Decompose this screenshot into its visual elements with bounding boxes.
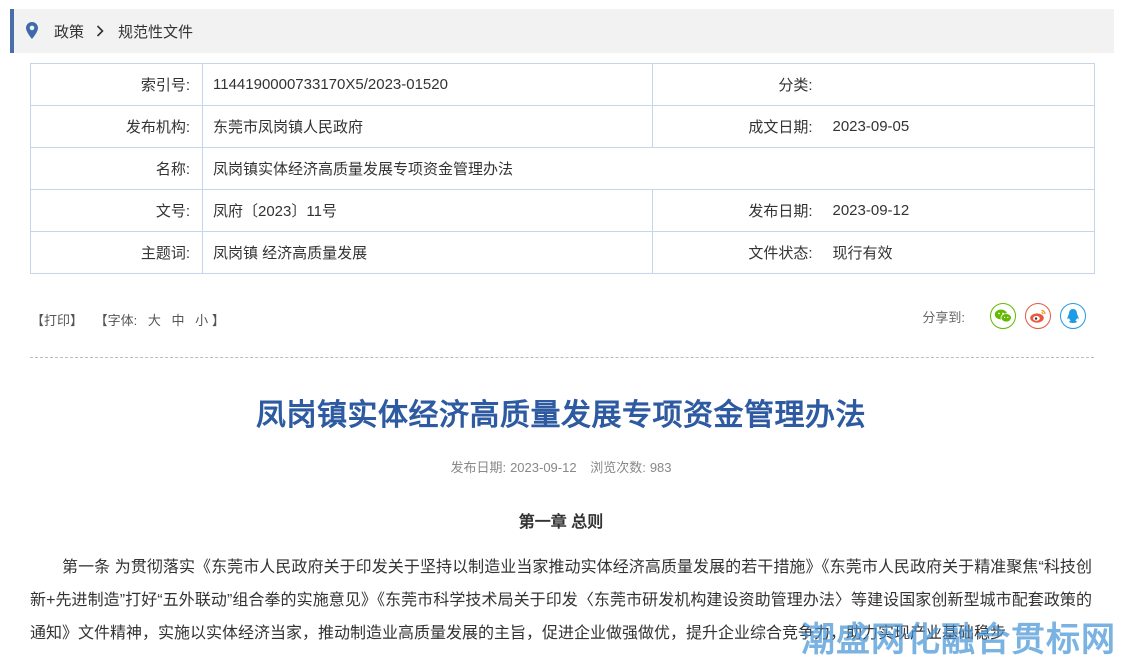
meta-row-issuer: 发布机构: 东莞市凤岗镇人民政府 成文日期: 2023-09-05 <box>30 105 1095 148</box>
meta-row-index: 索引号: 1144190000733170X5/2023-01520 分类: <box>30 63 1095 106</box>
qq-icon[interactable] <box>1060 303 1086 329</box>
meta-row-name: 名称: 凤岗镇实体经济高质量发展专项资金管理办法 <box>30 147 1095 190</box>
font-size-prefix: 【字体: <box>94 313 138 328</box>
breadcrumb: 政策 规范性文件 <box>10 9 1114 53</box>
dashed-divider <box>30 357 1094 358</box>
article-title: 凤岗镇实体经济高质量发展专项资金管理办法 <box>256 399 866 432</box>
name-value: 凤岗镇实体经济高质量发展专项资金管理办法 <box>202 147 1095 190</box>
published-date-value: 2023-09-12 <box>824 189 1095 232</box>
document-meta-table: 索引号: 1144190000733170X5/2023-01520 分类: 发… <box>30 63 1095 274</box>
location-pin-icon <box>26 22 40 40</box>
article-date-label: 发布日期: <box>450 460 507 475</box>
status-label: 文件状态: <box>652 231 825 274</box>
views-count: 983 <box>649 460 672 475</box>
article-subinfo: 发布日期: 2023-09-12 浏览次数: 983 <box>0 457 1122 476</box>
docno-label: 文号: <box>30 189 203 232</box>
keywords-label: 主题词: <box>30 231 203 274</box>
chevron-right-icon <box>96 25 104 37</box>
index-value: 1144190000733170X5/2023-01520 <box>202 63 653 106</box>
article-tools: 【打印】 【字体: 大 中 小 】 <box>31 310 225 329</box>
meta-row-keywords: 主题词: 凤岗镇 经济高质量发展 文件状态: 现行有效 <box>30 231 1095 274</box>
share-bar: 分享到: <box>922 303 1086 329</box>
breadcrumb-current-link[interactable]: 规范性文件 <box>118 21 193 42</box>
font-size-suffix: 】 <box>211 313 225 328</box>
published-date-label: 发布日期: <box>652 189 825 232</box>
name-label: 名称: <box>30 147 203 190</box>
status-value: 现行有效 <box>824 231 1095 274</box>
print-button[interactable]: 【打印】 <box>31 310 83 329</box>
font-large-button[interactable]: 大 <box>148 310 161 329</box>
chapter-heading: 第一章 总则 <box>518 514 604 531</box>
created-date-value: 2023-09-05 <box>824 105 1095 148</box>
watermark-text: 潮盛网化融合贯标网 <box>801 621 1116 659</box>
index-label: 索引号: <box>30 63 203 106</box>
article-date-value: 2023-09-12 <box>510 460 577 475</box>
created-date-label: 成文日期: <box>652 105 825 148</box>
issuer-value: 东莞市凤岗镇人民政府 <box>202 105 653 148</box>
category-value <box>824 63 1095 106</box>
share-label: 分享到: <box>922 309 965 325</box>
issuer-label: 发布机构: <box>30 105 203 148</box>
meta-row-docno: 文号: 凤府〔2023〕11号 发布日期: 2023-09-12 <box>30 189 1095 232</box>
docno-value: 凤府〔2023〕11号 <box>202 189 653 232</box>
keywords-value: 凤岗镇 经济高质量发展 <box>202 231 653 274</box>
category-label: 分类: <box>652 63 825 106</box>
breadcrumb-home-link[interactable]: 政策 <box>54 21 84 42</box>
font-small-button[interactable]: 小 <box>195 310 208 329</box>
weibo-icon[interactable] <box>1025 303 1051 329</box>
wechat-icon[interactable] <box>990 303 1016 329</box>
font-medium-button[interactable]: 中 <box>172 310 185 329</box>
views-label: 浏览次数: <box>590 460 646 475</box>
